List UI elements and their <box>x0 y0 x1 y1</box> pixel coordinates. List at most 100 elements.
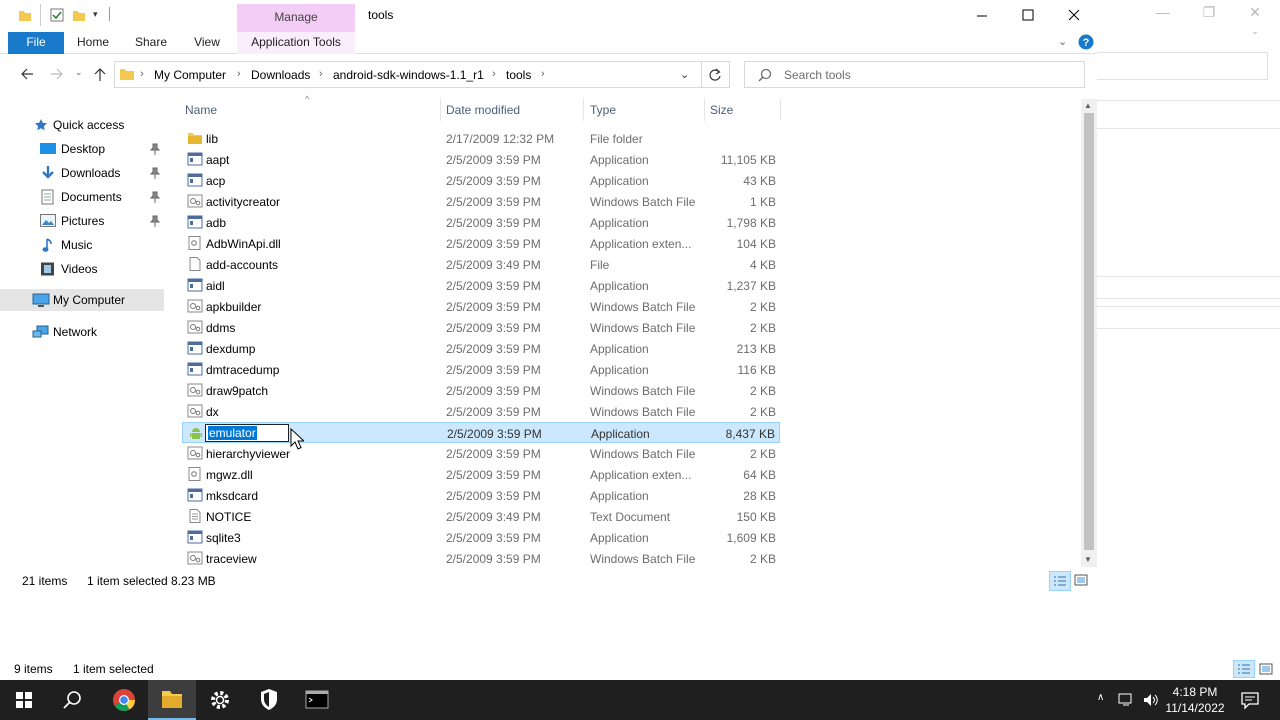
settings-taskbar-button[interactable] <box>196 680 244 720</box>
file-row[interactable]: aidl 2/5/2009 3:59 PM Application 1,237 KB <box>182 275 780 296</box>
tab-file[interactable]: File <box>8 32 64 54</box>
search-box[interactable]: Search tools <box>744 61 1085 88</box>
customize-toolbar-icon[interactable]: ▾ <box>93 9 98 20</box>
up-arrow-icon[interactable] <box>93 66 107 82</box>
file-row[interactable]: NOTICE 2/5/2009 3:49 PM Text Document 150 K… <box>182 506 780 527</box>
file-row[interactable]: dmtracedump 2/5/2009 3:59 PM Application 11… <box>182 359 780 380</box>
recent-locations-chevron-icon[interactable]: ⌄ <box>75 67 83 78</box>
breadcrumb-downloads[interactable]: Downloads <box>251 68 310 82</box>
explorer-window: ▾ Manage tools File Home Share View Appl… <box>0 0 1097 600</box>
pin-icon[interactable] <box>150 167 160 179</box>
notifications-icon[interactable] <box>1240 690 1260 710</box>
column-header-date-modified[interactable]: Date modified <box>446 103 520 117</box>
refresh-button[interactable] <box>702 61 730 88</box>
nav-item-downloads[interactable]: Downloads <box>0 162 164 184</box>
forward-arrow-icon[interactable] <box>49 67 65 81</box>
folder-icon <box>119 67 135 81</box>
address-bar[interactable]: › My Computer › Downloads › android-sdk-… <box>114 61 702 88</box>
properties-icon[interactable] <box>50 8 64 22</box>
chrome-taskbar-button[interactable] <box>100 680 148 720</box>
nav-item-my-computer[interactable]: My Computer <box>0 289 164 311</box>
large-icons-view-button[interactable] <box>1074 573 1088 587</box>
volume-icon[interactable] <box>1142 692 1160 708</box>
start-button[interactable] <box>0 680 48 720</box>
show-hidden-icons-chevron-icon[interactable]: ∧ <box>1097 692 1104 703</box>
file-row[interactable]: apkbuilder 2/5/2009 3:59 PM Windows Batch … <box>182 296 780 317</box>
pin-icon[interactable] <box>150 143 160 155</box>
file-row[interactable]: dexdump 2/5/2009 3:59 PM Application 213 KB <box>182 338 780 359</box>
nav-item-desktop[interactable]: Desktop <box>0 138 164 160</box>
nav-quick-access[interactable]: Quick access <box>0 114 164 136</box>
column-header-type[interactable]: Type <box>590 103 616 117</box>
breadcrumb-separator-icon: › <box>237 68 241 80</box>
file-name: lib <box>206 132 219 146</box>
file-row[interactable]: emulator 2/5/2009 3:59 PM Application 8,437… <box>182 422 780 443</box>
back-arrow-icon[interactable] <box>19 67 35 81</box>
file-row[interactable]: draw9patch 2/5/2009 3:59 PM Windows Batch … <box>182 380 780 401</box>
expand-ribbon-chevron-icon[interactable]: ⌄ <box>1058 35 1067 48</box>
column-header-size[interactable]: Size <box>710 103 733 117</box>
file-row[interactable]: mksdcard 2/5/2009 3:59 PM Application 28 KB <box>182 485 780 506</box>
file-date-modified: 2/5/2009 3:59 PM <box>447 427 542 441</box>
file-name: NOTICE <box>206 510 252 524</box>
scroll-down-arrow-icon[interactable]: ▼ <box>1084 555 1092 564</box>
breadcrumb-my-computer[interactable]: My Computer <box>154 68 226 82</box>
tab-view[interactable]: View <box>184 32 230 54</box>
nav-label-desktop: Desktop <box>61 142 106 156</box>
minimize-button[interactable] <box>959 4 1005 28</box>
file-row[interactable]: aapt 2/5/2009 3:59 PM Application 11,105 KB <box>182 149 780 170</box>
help-icon[interactable]: ? <box>1078 34 1094 50</box>
file-row[interactable]: acp 2/5/2009 3:59 PM Application 43 KB <box>182 170 780 191</box>
bg-details-view-button[interactable] <box>1233 660 1255 678</box>
nav-item-network[interactable]: Network <box>0 321 164 343</box>
vertical-scrollbar[interactable]: ▲ ▼ <box>1081 99 1097 567</box>
nav-item-music[interactable]: Music <box>0 234 164 256</box>
breadcrumb-android-sdk[interactable]: android-sdk-windows-1.1_r1 <box>333 68 484 82</box>
file-row[interactable]: mgwz.dll 2/5/2009 3:59 PM Application exte… <box>182 464 780 485</box>
nav-item-videos[interactable]: Videos <box>0 258 164 280</box>
scrollbar-thumb[interactable] <box>1084 113 1094 550</box>
close-button[interactable] <box>1051 4 1097 28</box>
tab-application-tools[interactable]: Application Tools <box>237 32 355 54</box>
file-explorer-taskbar-button[interactable] <box>148 680 196 720</box>
file-row[interactable]: activitycreator 2/5/2009 3:59 PM Windows B… <box>182 191 780 212</box>
bg-restore-icon: ❐ <box>1202 4 1216 20</box>
tab-share[interactable]: Share <box>128 32 174 54</box>
file-row[interactable]: hierarchyviewer 2/5/2009 3:59 PM Windows B… <box>182 443 780 464</box>
file-row[interactable]: sqlite3 2/5/2009 3:59 PM Application 1,609 … <box>182 527 780 548</box>
clock-date: 11/14/2022 <box>1165 701 1225 715</box>
file-row[interactable]: AdbWinApi.dll 2/5/2009 3:59 PM Application… <box>182 233 780 254</box>
pin-icon[interactable] <box>150 215 160 227</box>
file-row[interactable]: traceview 2/5/2009 3:59 PM Windows Batch F… <box>182 548 780 569</box>
file-date-modified: 2/5/2009 3:59 PM <box>446 279 541 293</box>
nav-label-pictures: Pictures <box>61 214 105 228</box>
text-file-icon <box>187 509 203 523</box>
breadcrumb-tools[interactable]: tools <box>506 68 531 82</box>
maximize-button[interactable] <box>1005 4 1051 28</box>
manage-tab[interactable]: Manage <box>237 4 355 32</box>
column-header-name[interactable]: Name <box>185 103 217 117</box>
nav-item-pictures[interactable]: Pictures <box>0 210 164 232</box>
details-view-button[interactable] <box>1049 571 1071 591</box>
network-status-icon[interactable] <box>1118 692 1136 708</box>
file-row[interactable]: add-accounts 2/5/2009 3:49 PM File 4 KB <box>182 254 780 275</box>
file-row[interactable]: lib 2/17/2009 12:32 PM File folder <box>182 128 780 149</box>
rename-input[interactable]: emulator <box>205 424 289 442</box>
new-folder-icon[interactable] <box>72 8 86 22</box>
bg-large-icons-view-button[interactable] <box>1259 662 1273 676</box>
address-dropdown-chevron-icon[interactable]: ⌄ <box>680 68 689 81</box>
file-row[interactable]: ddms 2/5/2009 3:59 PM Windows Batch File 2 … <box>182 317 780 338</box>
pin-icon[interactable] <box>150 191 160 203</box>
search-taskbar-button[interactable] <box>48 680 96 720</box>
tab-home[interactable]: Home <box>70 32 116 54</box>
nav-item-documents[interactable]: Documents <box>0 186 164 208</box>
file-row[interactable]: adb 2/5/2009 3:59 PM Application 1,798 KB <box>182 212 780 233</box>
application-icon <box>187 215 203 229</box>
file-row[interactable]: dx 2/5/2009 3:59 PM Windows Batch File 2 KB <box>182 401 780 422</box>
terminal-taskbar-button[interactable] <box>293 680 341 720</box>
security-shield-taskbar-button[interactable] <box>245 680 293 720</box>
dll-file-icon <box>187 236 203 250</box>
taskbar-clock[interactable]: 4:18 PM 11/14/2022 <box>1160 684 1230 716</box>
scroll-up-arrow-icon[interactable]: ▲ <box>1084 101 1092 110</box>
file-size: 2 KB <box>749 447 776 461</box>
